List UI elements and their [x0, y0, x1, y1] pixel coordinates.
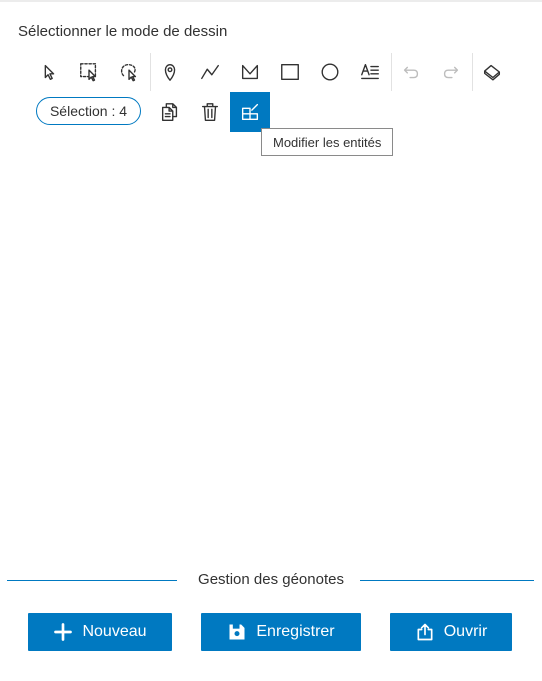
edit-features-button[interactable]	[230, 92, 270, 132]
open-button[interactable]: Ouvrir	[390, 613, 512, 651]
tooltip: Modifier les entités	[261, 128, 394, 156]
erase-button[interactable]	[472, 52, 512, 92]
new-button-label: Nouveau	[82, 623, 147, 640]
open-button-label: Ouvrir	[443, 623, 488, 640]
duplicate-button[interactable]	[150, 92, 190, 132]
plus-icon	[54, 623, 73, 641]
rectangle-icon	[281, 63, 299, 81]
share-icon	[417, 623, 433, 641]
select-lasso-tool-button[interactable]	[109, 52, 149, 92]
select-rectangle-icon	[80, 63, 97, 82]
panel-heading: Sélectionner le mode de dessin	[18, 23, 228, 40]
undo-button[interactable]	[391, 52, 431, 92]
top-divider	[0, 0, 542, 2]
section-divider-right	[360, 580, 534, 581]
text-tool-button[interactable]	[350, 52, 390, 92]
polyline-tool-button[interactable]	[190, 52, 230, 92]
select-tool-button[interactable]	[29, 52, 69, 92]
redo-button[interactable]	[431, 52, 471, 92]
circle-tool-button[interactable]	[310, 52, 350, 92]
save-button[interactable]: Enregistrer	[201, 613, 361, 651]
edit-features-icon	[241, 103, 259, 121]
select-lasso-icon	[120, 63, 137, 82]
polyline-icon	[201, 64, 219, 80]
delete-button[interactable]	[190, 92, 230, 132]
select-arrow-icon	[44, 64, 55, 81]
polygon-icon	[241, 64, 259, 80]
eraser-icon	[483, 64, 501, 81]
pin-icon	[164, 63, 176, 81]
rectangle-tool-button[interactable]	[270, 52, 310, 92]
polygon-tool-button[interactable]	[230, 52, 270, 92]
save-button-label: Enregistrer	[256, 623, 335, 640]
save-icon	[229, 624, 245, 640]
redo-icon	[443, 66, 459, 79]
copy-icon	[161, 103, 178, 121]
trash-icon	[201, 103, 219, 121]
new-button[interactable]: Nouveau	[28, 613, 172, 651]
select-rectangle-tool-button[interactable]	[69, 52, 109, 92]
text-icon	[361, 63, 379, 80]
circle-icon	[321, 63, 339, 81]
section-divider-left	[7, 580, 177, 581]
undo-icon	[403, 66, 419, 79]
point-tool-button[interactable]	[150, 52, 190, 92]
selection-count-badge[interactable]: Sélection : 4	[36, 97, 141, 125]
